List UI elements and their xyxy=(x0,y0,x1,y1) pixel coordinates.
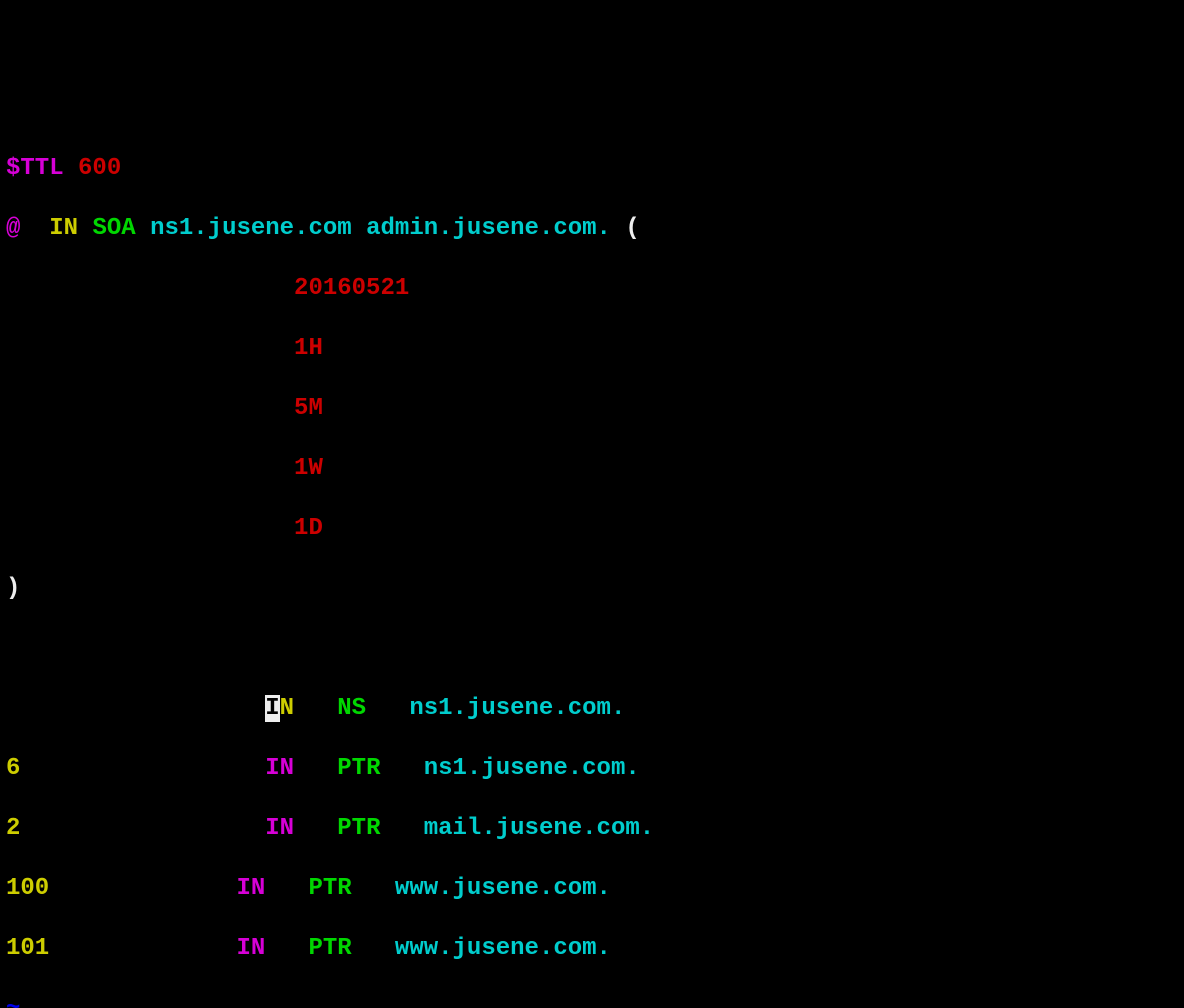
ptr3-type: PTR xyxy=(308,875,351,902)
soa-expire: 1W xyxy=(294,455,323,482)
admin-email: admin.jusene.com. xyxy=(366,215,611,242)
ptr2-value: mail.jusene.com. xyxy=(424,815,654,842)
blank-line xyxy=(6,634,1178,664)
ptr4-line: 101 IN PTR www.jusene.com. xyxy=(6,934,1178,964)
ptr2-class: IN xyxy=(265,815,294,842)
soa-retry: 5M xyxy=(294,395,323,422)
ptr2-name: 2 xyxy=(6,815,20,842)
soa-line: @ IN SOA ns1.jusene.com admin.jusene.com… xyxy=(6,214,1178,244)
ptr3-name: 100 xyxy=(6,875,49,902)
soa-minimum: 1D xyxy=(294,515,323,542)
ns-record-line: IN NS ns1.jusene.com. xyxy=(6,694,1178,724)
soa-serial: 20160521 xyxy=(294,275,409,302)
ttl-value: 600 xyxy=(78,155,121,182)
soa-expire-line: 1W xyxy=(6,454,1178,484)
ns-type: NS xyxy=(337,695,366,722)
primary-ns: ns1.jusene.com xyxy=(150,215,352,242)
ptr4-class: IN xyxy=(236,935,265,962)
tilde-line: ~ xyxy=(6,994,1178,1008)
ptr3-line: 100 IN PTR www.jusene.com. xyxy=(6,874,1178,904)
ns-class-rest: N xyxy=(280,695,294,722)
type-soa: SOA xyxy=(92,215,135,242)
ptr1-value: ns1.jusene.com. xyxy=(424,755,640,782)
cursor: I xyxy=(265,695,279,722)
soa-retry-line: 5M xyxy=(6,394,1178,424)
ptr3-class: IN xyxy=(236,875,265,902)
class-in: IN xyxy=(49,215,78,242)
ptr2-type: PTR xyxy=(337,815,380,842)
ptr4-type: PTR xyxy=(308,935,351,962)
terminal[interactable]: $TTL 600 @ IN SOA ns1.jusene.com admin.j… xyxy=(6,124,1178,1008)
ns-value: ns1.jusene.com. xyxy=(409,695,625,722)
ttl-directive: $TTL xyxy=(6,155,64,182)
tilde: ~ xyxy=(6,995,20,1008)
ttl-line: $TTL 600 xyxy=(6,154,1178,184)
ptr4-value: www.jusene.com. xyxy=(395,935,611,962)
ptr1-type: PTR xyxy=(337,755,380,782)
close-paren-line: ) xyxy=(6,574,1178,604)
close-paren: ) xyxy=(6,575,20,602)
soa-refresh: 1H xyxy=(294,335,323,362)
ptr3-value: www.jusene.com. xyxy=(395,875,611,902)
ptr1-name: 6 xyxy=(6,755,20,782)
soa-serial-line: 20160521 xyxy=(6,274,1178,304)
ptr4-name: 101 xyxy=(6,935,49,962)
ptr2-line: 2 IN PTR mail.jusene.com. xyxy=(6,814,1178,844)
open-paren: ( xyxy=(625,215,639,242)
soa-minimum-line: 1D xyxy=(6,514,1178,544)
soa-refresh-line: 1H xyxy=(6,334,1178,364)
ptr1-line: 6 IN PTR ns1.jusene.com. xyxy=(6,754,1178,784)
ptr1-class: IN xyxy=(265,755,294,782)
origin: @ xyxy=(6,215,20,242)
